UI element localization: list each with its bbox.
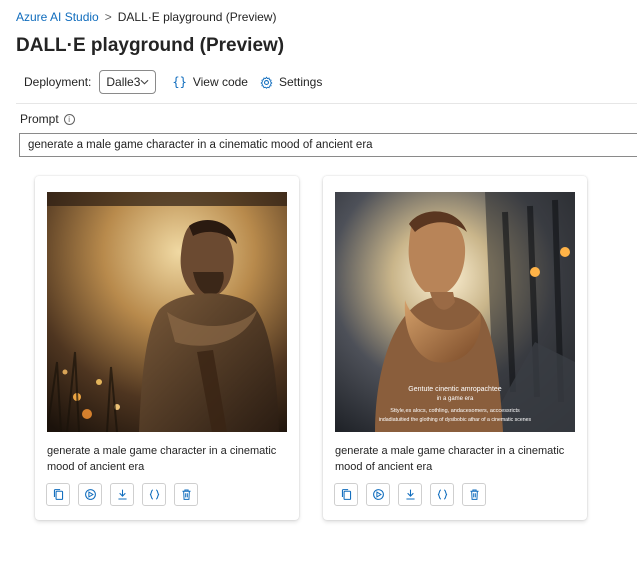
prompt-label: Prompt [20, 112, 59, 126]
result-caption-1: generate a male game character in a cine… [47, 445, 277, 473]
delete-icon [181, 489, 191, 500]
prompt-label-row: Prompt i [20, 112, 75, 126]
page-title: DALL·E playground (Preview) [16, 35, 285, 56]
result-card-2: Gentute cinentic amropachtee in a game e… [323, 176, 587, 520]
settings-label: Settings [278, 75, 323, 89]
deployment-select[interactable]: Dalle3 [99, 70, 157, 94]
code-icon [437, 489, 447, 500]
prompt-input[interactable]: generate a male game character in a cine… [19, 133, 637, 157]
breadcrumb-root-link[interactable]: Azure AI Studio [16, 10, 99, 24]
result-caption-2: generate a male game character in a cine… [335, 445, 565, 473]
copy-icon [341, 489, 351, 500]
image-overlay-line-4: indadiatuitied the glothing of dysibobic… [379, 417, 532, 423]
image-overlay-line-2: in a game era [437, 396, 474, 402]
regenerate-icon [84, 489, 96, 500]
code-button[interactable] [430, 483, 454, 506]
gear-icon [260, 75, 273, 89]
download-icon [405, 489, 415, 500]
toolbar: Deployment: Dalle3 {} View code Settings [24, 70, 322, 94]
result-actions-1 [46, 483, 198, 506]
copy-button[interactable] [46, 483, 70, 506]
breadcrumb-current: DALL·E playground (Preview) [117, 10, 277, 24]
download-icon [117, 489, 127, 500]
regenerate-icon [372, 489, 384, 500]
delete-button[interactable] [174, 483, 198, 506]
image-overlay-line-1: Gentute cinentic amropachtee [408, 386, 501, 393]
deployment-value: Dalle3 [106, 75, 141, 89]
chevron-down-icon [140, 79, 149, 85]
divider [16, 103, 637, 104]
view-code-button[interactable]: {} View code [172, 75, 248, 89]
generated-image-2[interactable]: Gentute cinentic amropachtee in a game e… [335, 192, 575, 432]
code-braces-icon: {} [172, 75, 187, 89]
generated-image-1[interactable] [47, 192, 287, 432]
breadcrumb: Azure AI Studio > DALL·E playground (Pre… [16, 10, 276, 24]
info-icon[interactable]: i [63, 113, 75, 125]
download-button[interactable] [110, 483, 134, 506]
code-icon [149, 489, 159, 500]
result-card-1: generate a male game character in a cine… [35, 176, 299, 520]
result-actions-2 [334, 483, 486, 506]
delete-icon [469, 489, 479, 500]
code-button[interactable] [142, 483, 166, 506]
deployment-label: Deployment: [24, 75, 92, 89]
breadcrumb-separator: > [104, 10, 112, 24]
settings-button[interactable]: Settings [260, 75, 322, 89]
copy-button[interactable] [334, 483, 358, 506]
delete-button[interactable] [462, 483, 486, 506]
regenerate-button[interactable] [78, 483, 102, 506]
copy-icon [53, 489, 63, 500]
image-overlay-line-3: Sttyle,es alocs, cothling, andacesomers,… [390, 408, 520, 414]
download-button[interactable] [398, 483, 422, 506]
regenerate-button[interactable] [366, 483, 390, 506]
view-code-label: View code [192, 75, 248, 89]
